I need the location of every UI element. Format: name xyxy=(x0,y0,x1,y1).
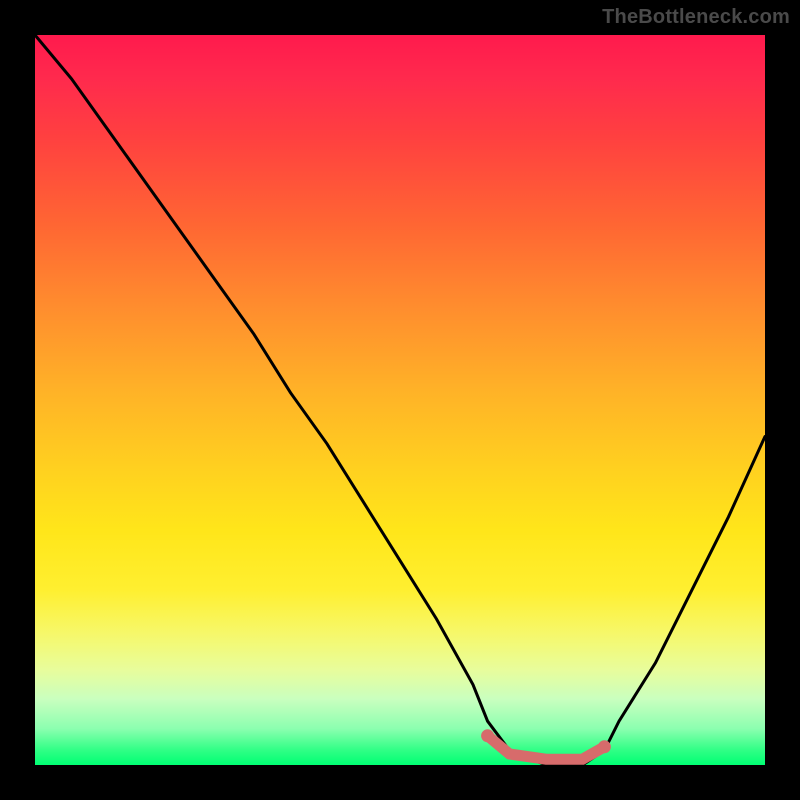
curve-overlay xyxy=(35,35,765,765)
optimal-range-path xyxy=(488,736,605,759)
bottleneck-curve-path xyxy=(35,35,765,765)
plot-area xyxy=(35,35,765,765)
watermark-text: TheBottleneck.com xyxy=(602,6,790,29)
optimal-range-end-dot xyxy=(598,740,611,753)
chart-frame: TheBottleneck.com xyxy=(0,0,800,800)
optimal-range-start-dot xyxy=(481,729,494,742)
